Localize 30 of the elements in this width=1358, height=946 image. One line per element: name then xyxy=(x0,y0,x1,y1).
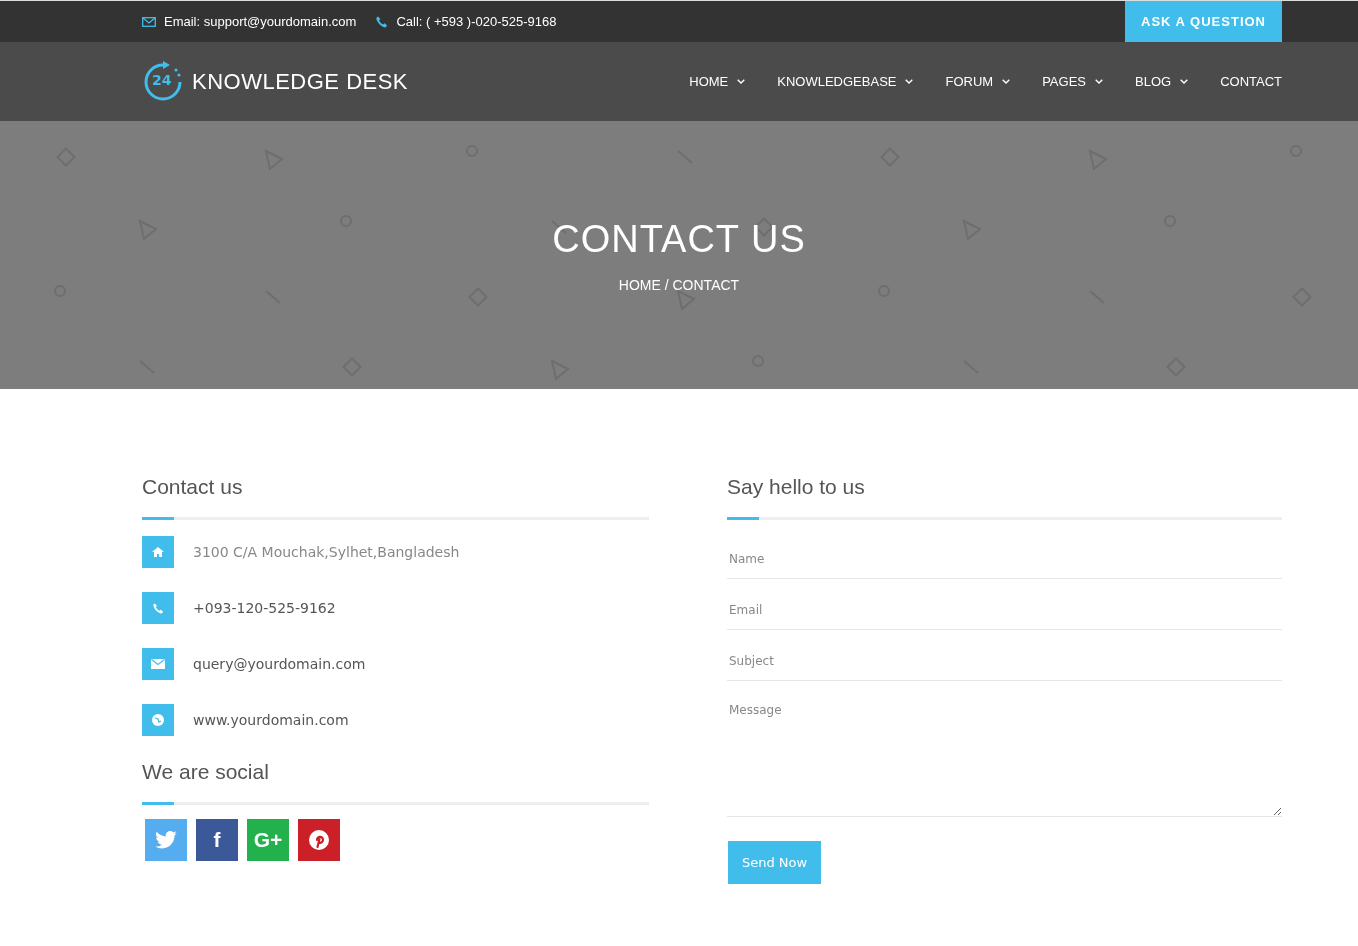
phone-text: Call: ( +593 )-020-525-9168 xyxy=(396,14,557,29)
contact-detail: www.yourdomain.com xyxy=(193,712,349,728)
logo-number: 24 xyxy=(152,71,172,88)
clock-arrow-icon xyxy=(142,60,184,103)
envelope-icon xyxy=(142,648,174,680)
nav-link[interactable]: PAGES xyxy=(1042,70,1103,93)
nav-link[interactable]: BLOG xyxy=(1135,70,1189,93)
home-icon xyxy=(142,536,174,568)
pinterest-button[interactable] xyxy=(298,819,340,861)
nav-link[interactable]: CONTACT xyxy=(1220,70,1282,93)
contact-detail: 3100 C/A Mouchak,Sylhet,Bangladesh xyxy=(193,544,460,560)
nav-link[interactable]: HOME xyxy=(689,70,746,93)
bird-icon xyxy=(155,831,177,849)
envelope-icon xyxy=(142,16,156,27)
page-title: CONTACT US xyxy=(552,217,806,261)
nav-link[interactable]: KNOWLEDGEBASE xyxy=(777,70,914,93)
section-title: Say hello to us xyxy=(727,475,866,499)
logo-text: KNOWLEDGE DESK xyxy=(192,68,409,95)
contact-detail: +093-120-525-9162 xyxy=(193,600,336,616)
globe-icon xyxy=(142,704,174,736)
phone-icon xyxy=(142,592,174,624)
contact-detail: query@yourdomain.com xyxy=(193,656,366,672)
pin-icon xyxy=(309,830,329,850)
facebook-button[interactable]: f xyxy=(196,819,238,861)
section-title: Contact us xyxy=(142,475,244,499)
breadcrumb: HOME / CONTACT xyxy=(618,276,740,293)
phone-icon xyxy=(376,15,389,28)
section-title: We are social xyxy=(142,760,270,784)
nav-link[interactable]: FORUM xyxy=(945,70,1011,93)
email-text: Email: support@yourdomain.com xyxy=(164,14,357,29)
